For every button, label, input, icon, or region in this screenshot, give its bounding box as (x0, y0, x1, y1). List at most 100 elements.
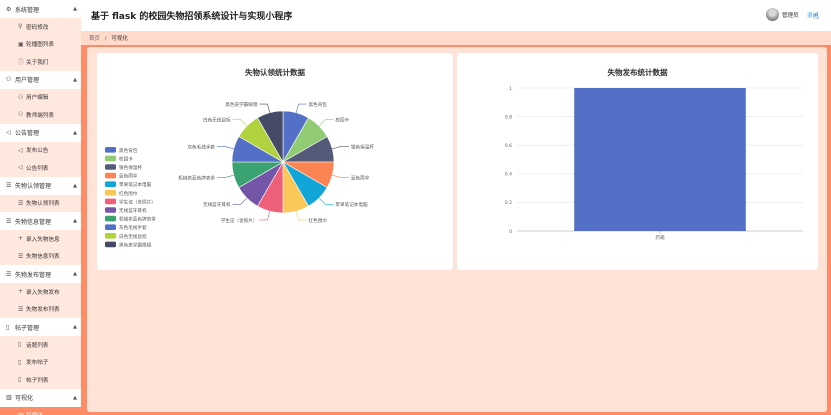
sidebar-group-label: 公告管理 (15, 130, 40, 137)
sidebar-group-label: 可视化 (15, 395, 34, 402)
legend-label: 苹果笔记本电脑 (119, 181, 152, 188)
pie-leader-line (318, 119, 334, 127)
bar (574, 88, 746, 231)
sidebar-group[interactable]: ☰ 失物发布管理 ▲ (0, 265, 81, 283)
chevron-up-icon: ▲ (73, 218, 77, 224)
sidebar-item[interactable]: ☰ 失物发布列表 (0, 300, 81, 318)
sidebar-item-label: 发布帖子 (26, 360, 49, 367)
chevron-up-icon: ▲ (73, 182, 77, 189)
sidebar-item[interactable]: ⚲ 密码修改 (0, 18, 81, 36)
user-icon: ⚇ (6, 76, 12, 83)
sidebar-item[interactable]: ▯ 帖子列表 (0, 371, 81, 389)
sidebar-item[interactable]: ☰ 失物信息列表 (0, 247, 81, 265)
pie-slice-label: 银色保温杯 (351, 143, 374, 150)
sidebar-group[interactable]: ◁ 公告管理 ▲ (0, 124, 81, 142)
megaphone-icon: ◁ (18, 146, 23, 154)
sidebar-item[interactable]: ▥可视化 (0, 406, 81, 415)
key-icon: ⚲ (18, 23, 23, 31)
legend-swatch (105, 172, 116, 179)
pointer-cursor-icon: ☝ (813, 11, 820, 22)
chevron-up-icon: ▲ (73, 129, 77, 136)
sidebar-item[interactable]: ▯ 话题列表 (0, 336, 81, 354)
pie-leader-line (259, 103, 271, 113)
claim-pie-chart: 黑色背包校园卡银色保温杯蓝色雨伞苹果笔记本电脑红色围巾学生证（含照片）无线蓝牙耳… (105, 101, 374, 248)
list-icon: ☰ (6, 270, 12, 278)
pie-leader-line (232, 119, 248, 127)
pie-slice-label: 黑色背包 (309, 101, 328, 108)
legend-swatch (105, 241, 116, 248)
legend-label: 校园卡 (119, 155, 133, 162)
pie-slice-label: 机械表蓝色牌表带 (178, 174, 215, 181)
sidebar-item-label: 录入失物发布 (26, 289, 60, 296)
sidebar-item-label: 失物认领列表 (26, 201, 60, 208)
sidebar-item[interactable]: ▯ 发布帖子 (0, 353, 81, 371)
pie-slice-label: 灰色毛线手套 (187, 143, 215, 150)
legend-swatch (105, 215, 116, 222)
plus-icon: + (18, 288, 24, 296)
avatar[interactable] (766, 8, 779, 21)
sidebar-group[interactable]: ☰ 失物信息管理 ▲ (0, 212, 81, 230)
publish-bar-chart: 0 0.2 0.4 0.6 0.8 1 药箱 (505, 86, 803, 241)
legend-label: 蓝色雨伞 (119, 173, 138, 180)
sidebar-item[interactable]: + 录入失物发布 (0, 283, 81, 301)
sidebar: ⚙ 系统管理 ▲ ⚲ 密码修改 ▣ 轮播图列表 ⓘ 关于我们 ⚇ 用户管理 ▲ ⚇ 用户编辑 ⚇ 教师端列表 ◁… (0, 0, 81, 415)
sidebar-item[interactable]: ▣ 轮播图列表 (0, 35, 81, 53)
list-icon: ☰ (18, 252, 24, 260)
pie-leader-line (332, 146, 349, 150)
sidebar-item-label: 失物信息列表 (26, 254, 60, 261)
sidebar-item[interactable]: ◁ 公告列表 (0, 159, 81, 177)
legend-swatch (105, 147, 116, 153)
legend-label: 黑色背包 (119, 147, 138, 154)
pie-slice-label: 白色无线鼠标 (203, 116, 231, 123)
sidebar-item[interactable]: ⚇ 用户编辑 (0, 88, 81, 106)
sidebar-group-label: 失物信息管理 (15, 218, 52, 226)
sidebar-item-label: 发布公告 (26, 148, 49, 155)
legend-swatch (105, 233, 116, 239)
username[interactable]: 管理员 (782, 11, 799, 19)
sidebar-item[interactable]: ⚇ 教师端列表 (0, 106, 81, 124)
legend-label: 机械表蓝色牌表带 (119, 216, 156, 223)
y-tick-label: 0.4 (505, 172, 512, 178)
pie-slice-label: 校园卡 (335, 116, 349, 123)
legend-swatch (105, 181, 116, 187)
doc-icon: ▯ (18, 376, 22, 384)
user-icon: ⚇ (18, 93, 24, 101)
list-icon: ☰ (18, 305, 24, 313)
sidebar-item-label: 用户编辑 (26, 95, 49, 102)
y-tick-label: 0.6 (505, 143, 512, 149)
pie-leader-line (217, 146, 234, 150)
legend-label: 黑色皮学霸眼镜 (119, 241, 152, 248)
sidebar-group[interactable]: ⚙ 系统管理 ▲ (0, 0, 81, 18)
sidebar-group[interactable]: ☰ 失物认领管理 ▲ (0, 177, 81, 195)
header: 基于 flask 的校园失物招领系统设计与实现小程序 管理员 退出 ☝ (81, 0, 831, 31)
legend-label: 无线蓝牙耳机 (119, 207, 147, 214)
legend-label: 学生证（含照片） (119, 198, 156, 205)
plus-icon: + (18, 235, 24, 243)
list-icon: ☰ (6, 217, 12, 225)
list-icon: ☰ (18, 199, 24, 207)
breadcrumb-home[interactable]: 首页 (89, 36, 100, 42)
y-tick-label: 0 (509, 229, 512, 235)
sidebar-group[interactable]: ▥ 可视化 ▲ (0, 389, 81, 407)
user-icon: ⚇ (18, 111, 24, 119)
image-icon: ▣ (18, 40, 24, 48)
sidebar-item[interactable]: ◁ 发布公告 (0, 141, 81, 159)
sidebar-group-label: 帖子管理 (15, 324, 40, 332)
publish-stats-card: 失物发布统计数据 0 0.2 0.4 0.6 0.8 1 药箱 (457, 53, 818, 270)
sidebar-group-label: 用户管理 (15, 77, 40, 84)
legend-swatch (105, 198, 116, 205)
sidebar-item[interactable]: ☰ 失物认领列表 (0, 194, 81, 212)
gear-icon: ⚙ (6, 5, 12, 13)
megaphone-icon: ◁ (18, 164, 23, 172)
legend-swatch (105, 190, 116, 196)
sidebar-item[interactable]: + 录入失物信息 (0, 230, 81, 248)
sidebar-item-label: 轮播图列表 (26, 42, 54, 49)
speaker-icon: ◁ (6, 129, 11, 136)
sidebar-group[interactable]: ▯ 帖子管理 ▲ (0, 318, 81, 336)
sidebar-group[interactable]: ⚇ 用户管理 ▲ (0, 71, 81, 89)
sidebar-item[interactable]: ⓘ 关于我们 (0, 53, 81, 71)
chevron-up-icon: ▲ (73, 324, 77, 330)
sidebar-group-label: 失物认领管理 (15, 183, 52, 190)
pie-leader-line (295, 211, 307, 221)
sidebar-item-label: 公告列表 (26, 165, 49, 172)
